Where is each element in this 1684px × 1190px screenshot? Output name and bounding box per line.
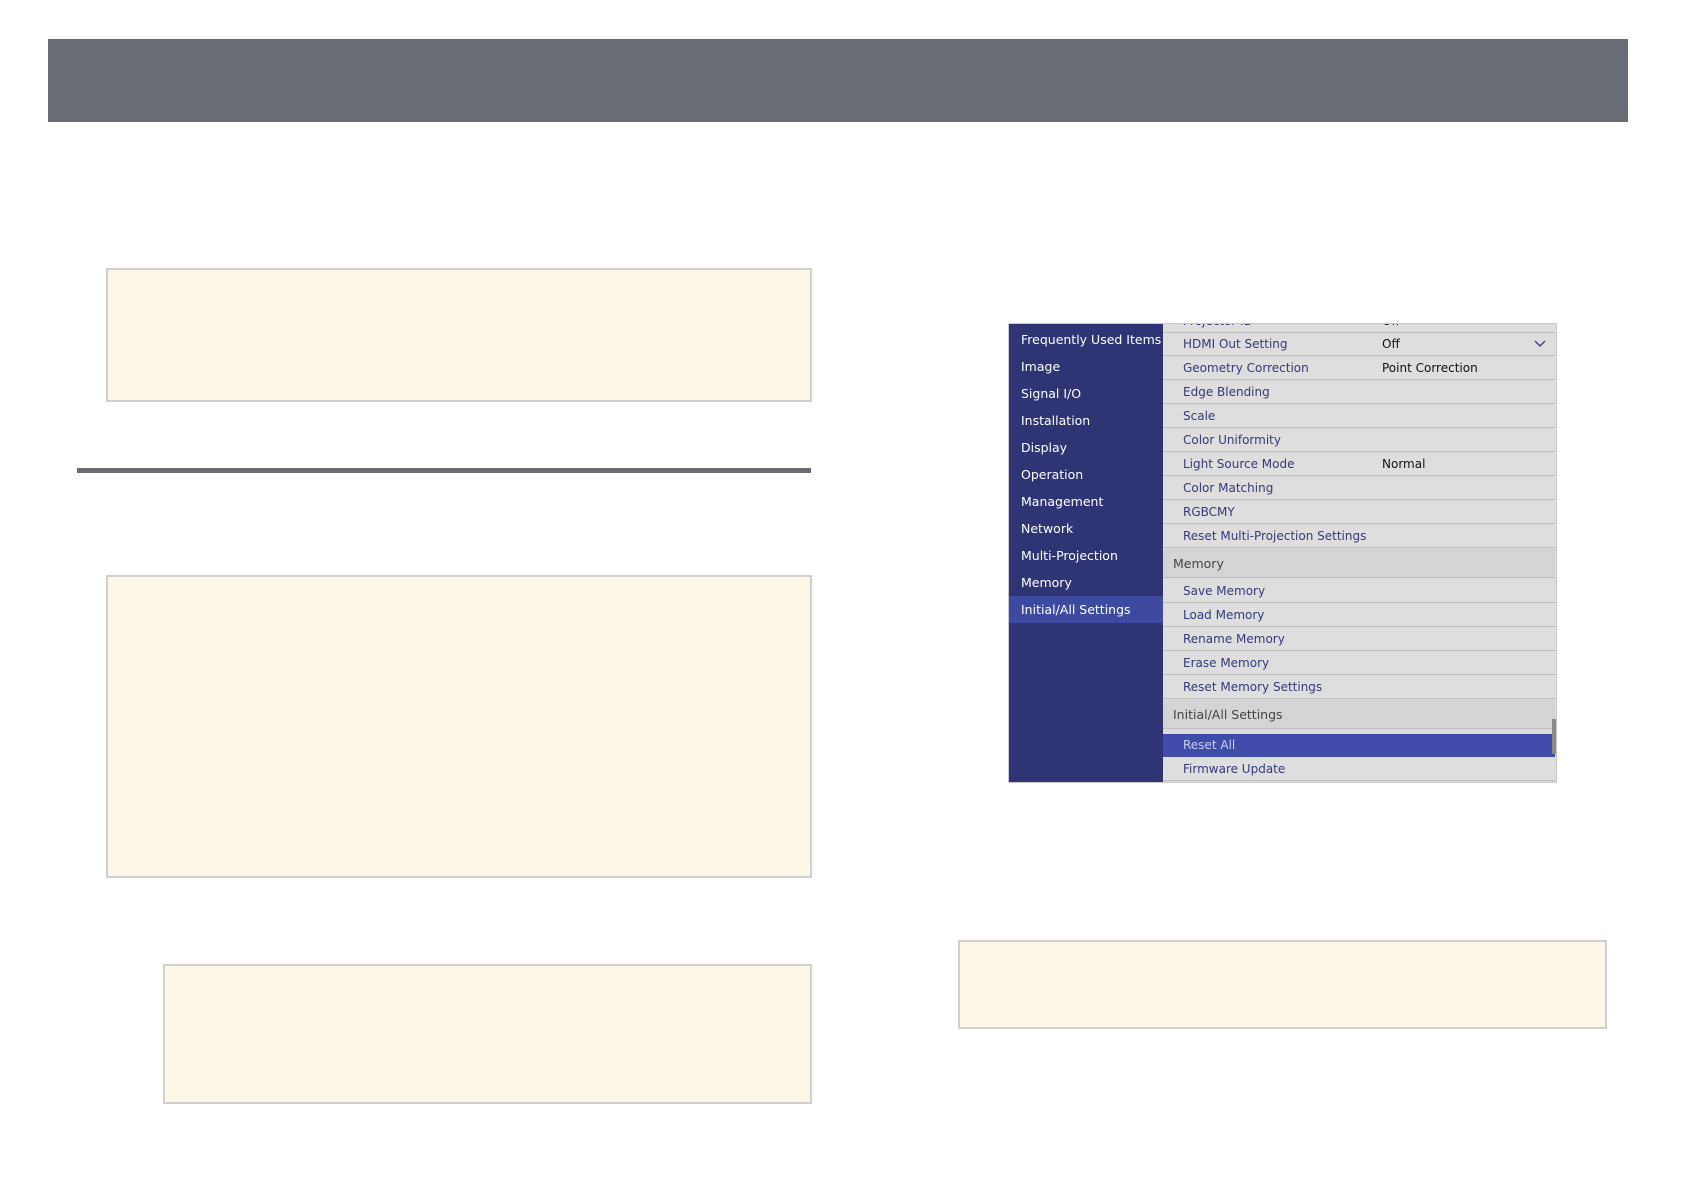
menu-row-save-memory[interactable]: Save Memory (1163, 580, 1555, 603)
menu-row-label: Light Source Mode (1183, 457, 1295, 471)
sidebar-item-multi-projection[interactable]: Multi-Projection (1009, 542, 1163, 569)
sidebar-item-network[interactable]: Network (1009, 515, 1163, 542)
menu-row-reset-all[interactable]: Reset All (1163, 734, 1555, 757)
menu-settings-panel: Projector ID Off HDMI Out Setting Off Ge… (1163, 324, 1556, 782)
sidebar-item-memory[interactable]: Memory (1009, 569, 1163, 596)
menu-row-label: Color Matching (1183, 481, 1274, 495)
menu-row-rgbcmy[interactable]: RGBCMY (1163, 501, 1555, 524)
note-box-1 (106, 268, 812, 402)
menu-row-value: Off (1382, 337, 1400, 351)
menu-row-scale[interactable]: Scale (1163, 405, 1555, 428)
menu-row-label: Firmware Update (1183, 762, 1286, 776)
sidebar-item-management[interactable]: Management (1009, 488, 1163, 515)
menu-row-erase-memory[interactable]: Erase Memory (1163, 652, 1555, 675)
menu-row-label: Save Memory (1183, 584, 1266, 598)
menu-row-label: Projector ID (1183, 324, 1253, 333)
sidebar-item-signal-io[interactable]: Signal I/O (1009, 380, 1163, 407)
menu-row-label: Geometry Correction (1183, 361, 1309, 375)
menu-row-label: RGBCMY (1183, 505, 1235, 519)
sidebar-item-image[interactable]: Image (1009, 353, 1163, 380)
menu-row-value: Off (1382, 324, 1400, 333)
note-box-3 (163, 964, 812, 1104)
menu-row-label: Reset Memory Settings (1183, 680, 1323, 694)
menu-row-value: Normal (1382, 457, 1426, 471)
menu-row-label: Edge Blending (1183, 385, 1270, 399)
menu-sidebar: Frequently Used Items Image Signal I/O I… (1009, 324, 1163, 782)
sidebar-item-operation[interactable]: Operation (1009, 461, 1163, 488)
note-box-2 (106, 575, 812, 878)
menu-row-label: Color Uniformity (1183, 433, 1281, 447)
chevron-down-icon[interactable] (1533, 336, 1547, 350)
note-box-4 (958, 940, 1607, 1029)
menu-row-light-source-mode[interactable]: Light Source Mode Normal (1163, 453, 1555, 476)
menu-row-label: Scale (1183, 409, 1216, 423)
menu-section-initial-all-settings: Initial/All Settings (1163, 700, 1555, 729)
sidebar-item-frequently-used-items[interactable]: Frequently Used Items (1009, 326, 1163, 353)
menu-row-firmware-update[interactable]: Firmware Update (1163, 758, 1555, 781)
menu-row-label: Load Memory (1183, 608, 1265, 622)
menu-row-label: Reset Multi-Projection Settings (1183, 529, 1367, 543)
menu-row-label: Reset All (1183, 738, 1236, 752)
section-divider (77, 468, 811, 473)
menu-row-edge-blending[interactable]: Edge Blending (1163, 381, 1555, 404)
menu-row-rename-memory[interactable]: Rename Memory (1163, 628, 1555, 651)
menu-row-label: Rename Memory (1183, 632, 1285, 646)
menu-row-label: Erase Memory (1183, 656, 1270, 670)
menu-scrollbar[interactable] (1552, 719, 1556, 754)
menu-row-color-uniformity[interactable]: Color Uniformity (1163, 429, 1555, 452)
page-header-band (48, 39, 1628, 122)
projector-menu-screenshot: Frequently Used Items Image Signal I/O I… (1008, 323, 1557, 783)
menu-row-projector-id[interactable]: Projector ID Off (1163, 324, 1555, 333)
menu-row-load-memory[interactable]: Load Memory (1163, 604, 1555, 627)
menu-row-label: HDMI Out Setting (1183, 337, 1288, 351)
menu-row-hdmi-out-setting[interactable]: HDMI Out Setting Off (1163, 333, 1555, 356)
sidebar-item-installation[interactable]: Installation (1009, 407, 1163, 434)
menu-row-geometry-correction[interactable]: Geometry Correction Point Correction (1163, 357, 1555, 380)
sidebar-item-initial-all-settings[interactable]: Initial/All Settings (1009, 596, 1163, 623)
menu-row-color-matching[interactable]: Color Matching (1163, 477, 1555, 500)
menu-row-value: Point Correction (1382, 361, 1478, 375)
menu-row-reset-memory-settings[interactable]: Reset Memory Settings (1163, 676, 1555, 699)
menu-section-memory: Memory (1163, 549, 1555, 578)
sidebar-item-display[interactable]: Display (1009, 434, 1163, 461)
menu-row-reset-multi-projection-settings[interactable]: Reset Multi-Projection Settings (1163, 525, 1555, 548)
